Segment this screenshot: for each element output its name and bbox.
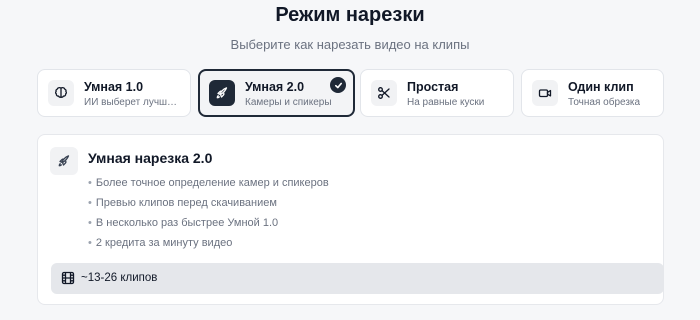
feature-item: Более точное определение камер и спикеро… [88, 176, 329, 196]
mode-option-desc: ИИ выберет лучш… [84, 97, 178, 108]
feature-item: В несколько раз быстрее Умной 1.0 [88, 216, 329, 236]
mode-option-smart-2[interactable]: Умная 2.0 Камеры и спикеры [198, 69, 355, 117]
mode-options: Умная 1.0 ИИ выберет лучш… Умная 2.0 Кам… [37, 69, 664, 117]
mode-option-name: Умная 1.0 [84, 80, 144, 94]
feature-list: Более точное определение камер и спикеро… [88, 176, 329, 256]
feature-item: Превью клипов перед скачиванием [88, 196, 329, 216]
feature-item: 2 кредита за минуту видео [88, 236, 329, 256]
page-title: Режим нарезки [275, 4, 425, 26]
mode-option-smart-1[interactable]: Умная 1.0 ИИ выберет лучш… [37, 69, 191, 117]
mode-option-desc: Камеры и спикеры [245, 97, 332, 108]
mode-option-desc: Точная обрезка [568, 97, 641, 108]
clip-mode-page: Режим нарезки Выберите как нарезать виде… [0, 0, 700, 320]
clip-estimate: ~13-26 клипов [51, 263, 664, 294]
mode-option-desc: На равные куски [407, 97, 485, 108]
mode-option-simple[interactable]: Простая На равные куски [360, 69, 514, 117]
clip-estimate-text: ~13-26 клипов [81, 272, 158, 284]
brain-icon [48, 80, 74, 106]
rocket-icon [50, 147, 78, 175]
mode-details-panel: Умная нарезка 2.0 Более точное определен… [37, 134, 664, 305]
details-title: Умная нарезка 2.0 [88, 150, 213, 166]
mode-option-name: Простая [407, 80, 459, 94]
mode-option-single-clip[interactable]: Один клип Точная обрезка [521, 69, 664, 117]
mode-option-name: Умная 2.0 [245, 80, 305, 94]
film-icon [61, 271, 75, 290]
page-subtitle: Выберите как нарезать видео на клипы [230, 37, 470, 52]
check-icon [330, 77, 346, 93]
mode-option-name: Один клип [568, 80, 634, 94]
rocket-icon [209, 80, 235, 106]
video-camera-icon [532, 80, 558, 106]
scissors-icon [371, 80, 397, 106]
